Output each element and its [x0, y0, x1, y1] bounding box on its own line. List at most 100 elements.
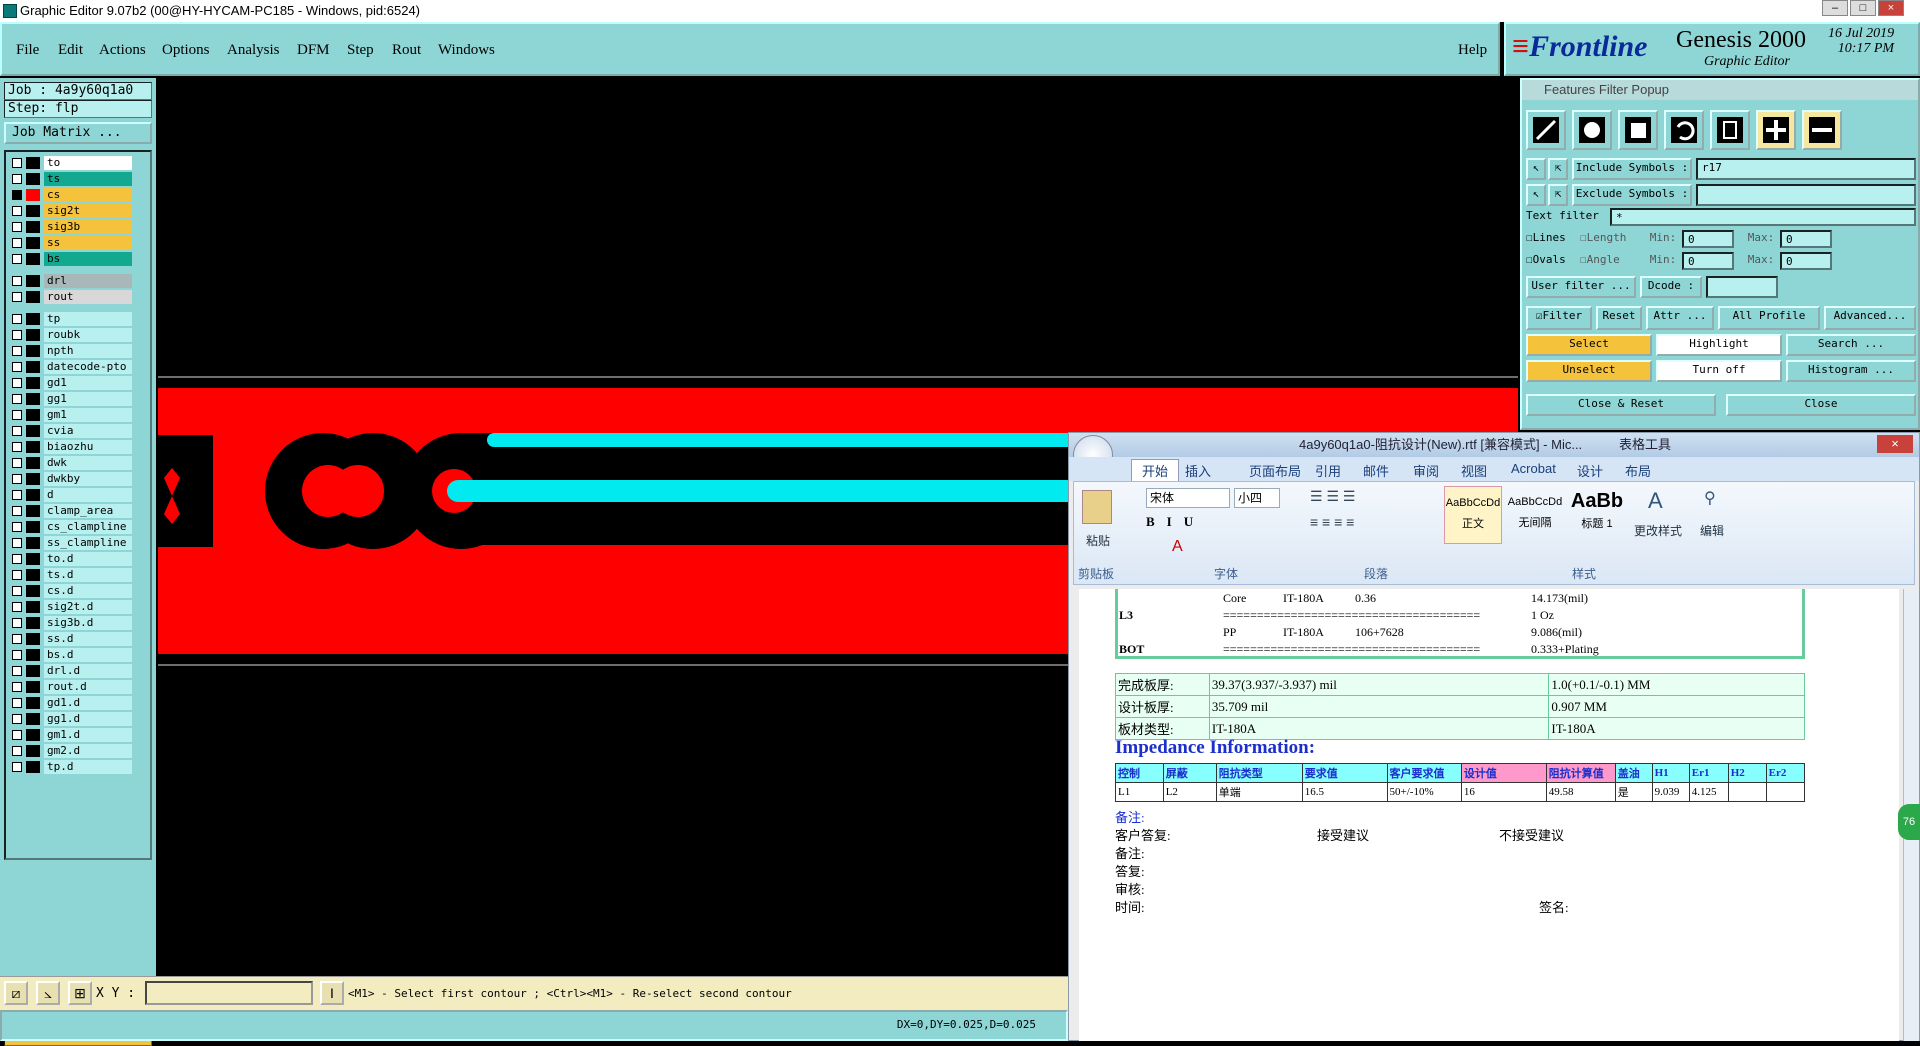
layer-color-swatch[interactable] [26, 473, 40, 485]
note-accept[interactable]: 接受建议 [1317, 825, 1369, 844]
impedance-cell[interactable] [1727, 782, 1767, 802]
layer-row-d[interactable]: d [8, 488, 148, 502]
layer-name[interactable]: npth [44, 344, 132, 358]
font-size-select[interactable]: 小四 [1234, 488, 1280, 508]
lines-min-input[interactable]: 0 [1682, 230, 1734, 248]
layer-color-swatch[interactable] [26, 681, 40, 693]
ribbon-tab[interactable]: 邮件 [1363, 461, 1389, 480]
layer-name[interactable]: bs.d [44, 648, 132, 662]
layer-name[interactable]: cs.d [44, 584, 132, 598]
impedance-cell[interactable]: L1 [1115, 782, 1164, 802]
negative-polarity-icon[interactable] [1802, 110, 1842, 150]
layer-row-cs[interactable]: cs [8, 188, 148, 202]
layer-color-swatch[interactable] [26, 745, 40, 757]
layer-color-swatch[interactable] [26, 601, 40, 613]
word-close-icon[interactable]: × [1877, 435, 1913, 453]
impedance-cell[interactable]: 9.039 [1651, 782, 1690, 802]
lines-max-input[interactable]: 0 [1780, 230, 1832, 248]
angle-checkbox[interactable]: ☐Angle [1580, 252, 1644, 270]
layer-name[interactable]: clamp_area [44, 504, 132, 518]
ribbon-tab[interactable]: 插入 [1185, 461, 1211, 480]
menu-step[interactable]: Step [347, 42, 374, 59]
layer-checkbox[interactable] [12, 618, 22, 628]
ovals-max-input[interactable]: 0 [1780, 252, 1832, 270]
layer-row-dwk[interactable]: dwk [8, 456, 148, 470]
layer-row-gm2.d[interactable]: gm2.d [8, 744, 148, 758]
layer-checkbox[interactable] [12, 698, 22, 708]
layer-name[interactable]: roubk [44, 328, 132, 342]
layer-name[interactable]: sig2t [44, 204, 132, 218]
layer-checkbox[interactable] [12, 650, 22, 660]
text-cursor-icon[interactable]: I [320, 981, 344, 1005]
layer-row-biaozhu[interactable]: biaozhu [8, 440, 148, 454]
layer-checkbox[interactable] [12, 762, 22, 772]
close-reset-button[interactable]: Close & Reset [1526, 394, 1716, 416]
layer-checkbox[interactable] [12, 666, 22, 676]
all-profile-select[interactable]: All Profile [1718, 306, 1820, 330]
layer-row-to[interactable]: to [8, 156, 148, 170]
layer-color-swatch[interactable] [26, 377, 40, 389]
layer-name[interactable]: drl.d [44, 664, 132, 678]
style-normal[interactable]: AaBbCcDd 正文 [1444, 486, 1502, 544]
style-heading1[interactable]: AaBb 标题 1 [1568, 486, 1626, 544]
layer-checkbox[interactable] [12, 174, 22, 184]
layer-color-swatch[interactable] [26, 441, 40, 453]
zoom-tool-icon[interactable]: ⧄ [4, 981, 28, 1005]
layer-checkbox[interactable] [12, 602, 22, 612]
pad-tool-icon[interactable] [1572, 110, 1612, 150]
menu-analysis[interactable]: Analysis [227, 42, 280, 59]
layer-name[interactable]: ss.d [44, 632, 132, 646]
layer-checkbox[interactable] [12, 346, 22, 356]
layer-row-clamp_area[interactable]: clamp_area [8, 504, 148, 518]
ribbon-tab[interactable]: 布局 [1625, 461, 1651, 480]
format-buttons[interactable]: BIU [1146, 514, 1205, 530]
layer-row-npth[interactable]: npth [8, 344, 148, 358]
layer-name[interactable]: d [44, 488, 132, 502]
layer-color-swatch[interactable] [26, 157, 40, 169]
grid-tool-icon[interactable]: ⊞ [68, 981, 92, 1005]
turn-off-button[interactable]: Turn off [1656, 360, 1782, 382]
layer-color-swatch[interactable] [26, 425, 40, 437]
layer-name[interactable]: gm2.d [44, 744, 132, 758]
layer-checkbox[interactable] [12, 222, 22, 232]
histogram-button[interactable]: Histogram ... [1786, 360, 1916, 382]
layer-checkbox[interactable] [12, 426, 22, 436]
layer-checkbox[interactable] [12, 442, 22, 452]
layer-name[interactable]: ts.d [44, 568, 132, 582]
layer-color-swatch[interactable] [26, 649, 40, 661]
exclude-arrow-icon[interactable]: ↖ [1526, 184, 1546, 206]
exclude-symbols-input[interactable] [1696, 184, 1916, 206]
impedance-cell[interactable]: 16.5 [1301, 782, 1388, 802]
layer-checkbox[interactable] [12, 538, 22, 548]
layer-name[interactable]: to [44, 156, 132, 170]
layer-checkbox[interactable] [12, 190, 22, 200]
impedance-cell[interactable]: 49.58 [1545, 782, 1616, 802]
layer-color-swatch[interactable] [26, 329, 40, 341]
layer-row-sig2t.d[interactable]: sig2t.d [8, 600, 148, 614]
layer-row-sig3b[interactable]: sig3b [8, 220, 148, 234]
menu-options[interactable]: Options [162, 42, 210, 59]
layer-name[interactable]: ss [44, 236, 132, 250]
layer-row-bs[interactable]: bs [8, 252, 148, 266]
layer-name[interactable]: gm1.d [44, 728, 132, 742]
layer-name[interactable]: tp.d [44, 760, 132, 774]
document-page[interactable]: Core IT-180A 0.36 14.173(mil) L3 ============… [1079, 589, 1899, 1041]
font-name-select[interactable]: 宋体 [1146, 488, 1230, 508]
layer-name[interactable]: ts [44, 172, 132, 186]
change-styles-icon[interactable]: A [1648, 488, 1663, 514]
layer-name[interactable]: biaozhu [44, 440, 132, 454]
impedance-cell[interactable] [1765, 782, 1806, 802]
layer-color-swatch[interactable] [26, 537, 40, 549]
select-button[interactable]: Select [1526, 334, 1652, 356]
layer-checkbox[interactable] [12, 394, 22, 404]
layer-row-gm1[interactable]: gm1 [8, 408, 148, 422]
include-arrow-icon[interactable]: ↖ [1526, 158, 1546, 180]
layer-name[interactable]: cs_clampline [44, 520, 132, 534]
layer-checkbox[interactable] [12, 276, 22, 286]
menu-edit[interactable]: Edit [58, 42, 83, 59]
layer-color-swatch[interactable] [26, 697, 40, 709]
impedance-cell[interactable]: 16 [1460, 782, 1547, 802]
xy-input[interactable] [145, 981, 313, 1005]
ribbon-tab[interactable]: 开始 [1131, 459, 1180, 482]
layer-checkbox[interactable] [12, 362, 22, 372]
